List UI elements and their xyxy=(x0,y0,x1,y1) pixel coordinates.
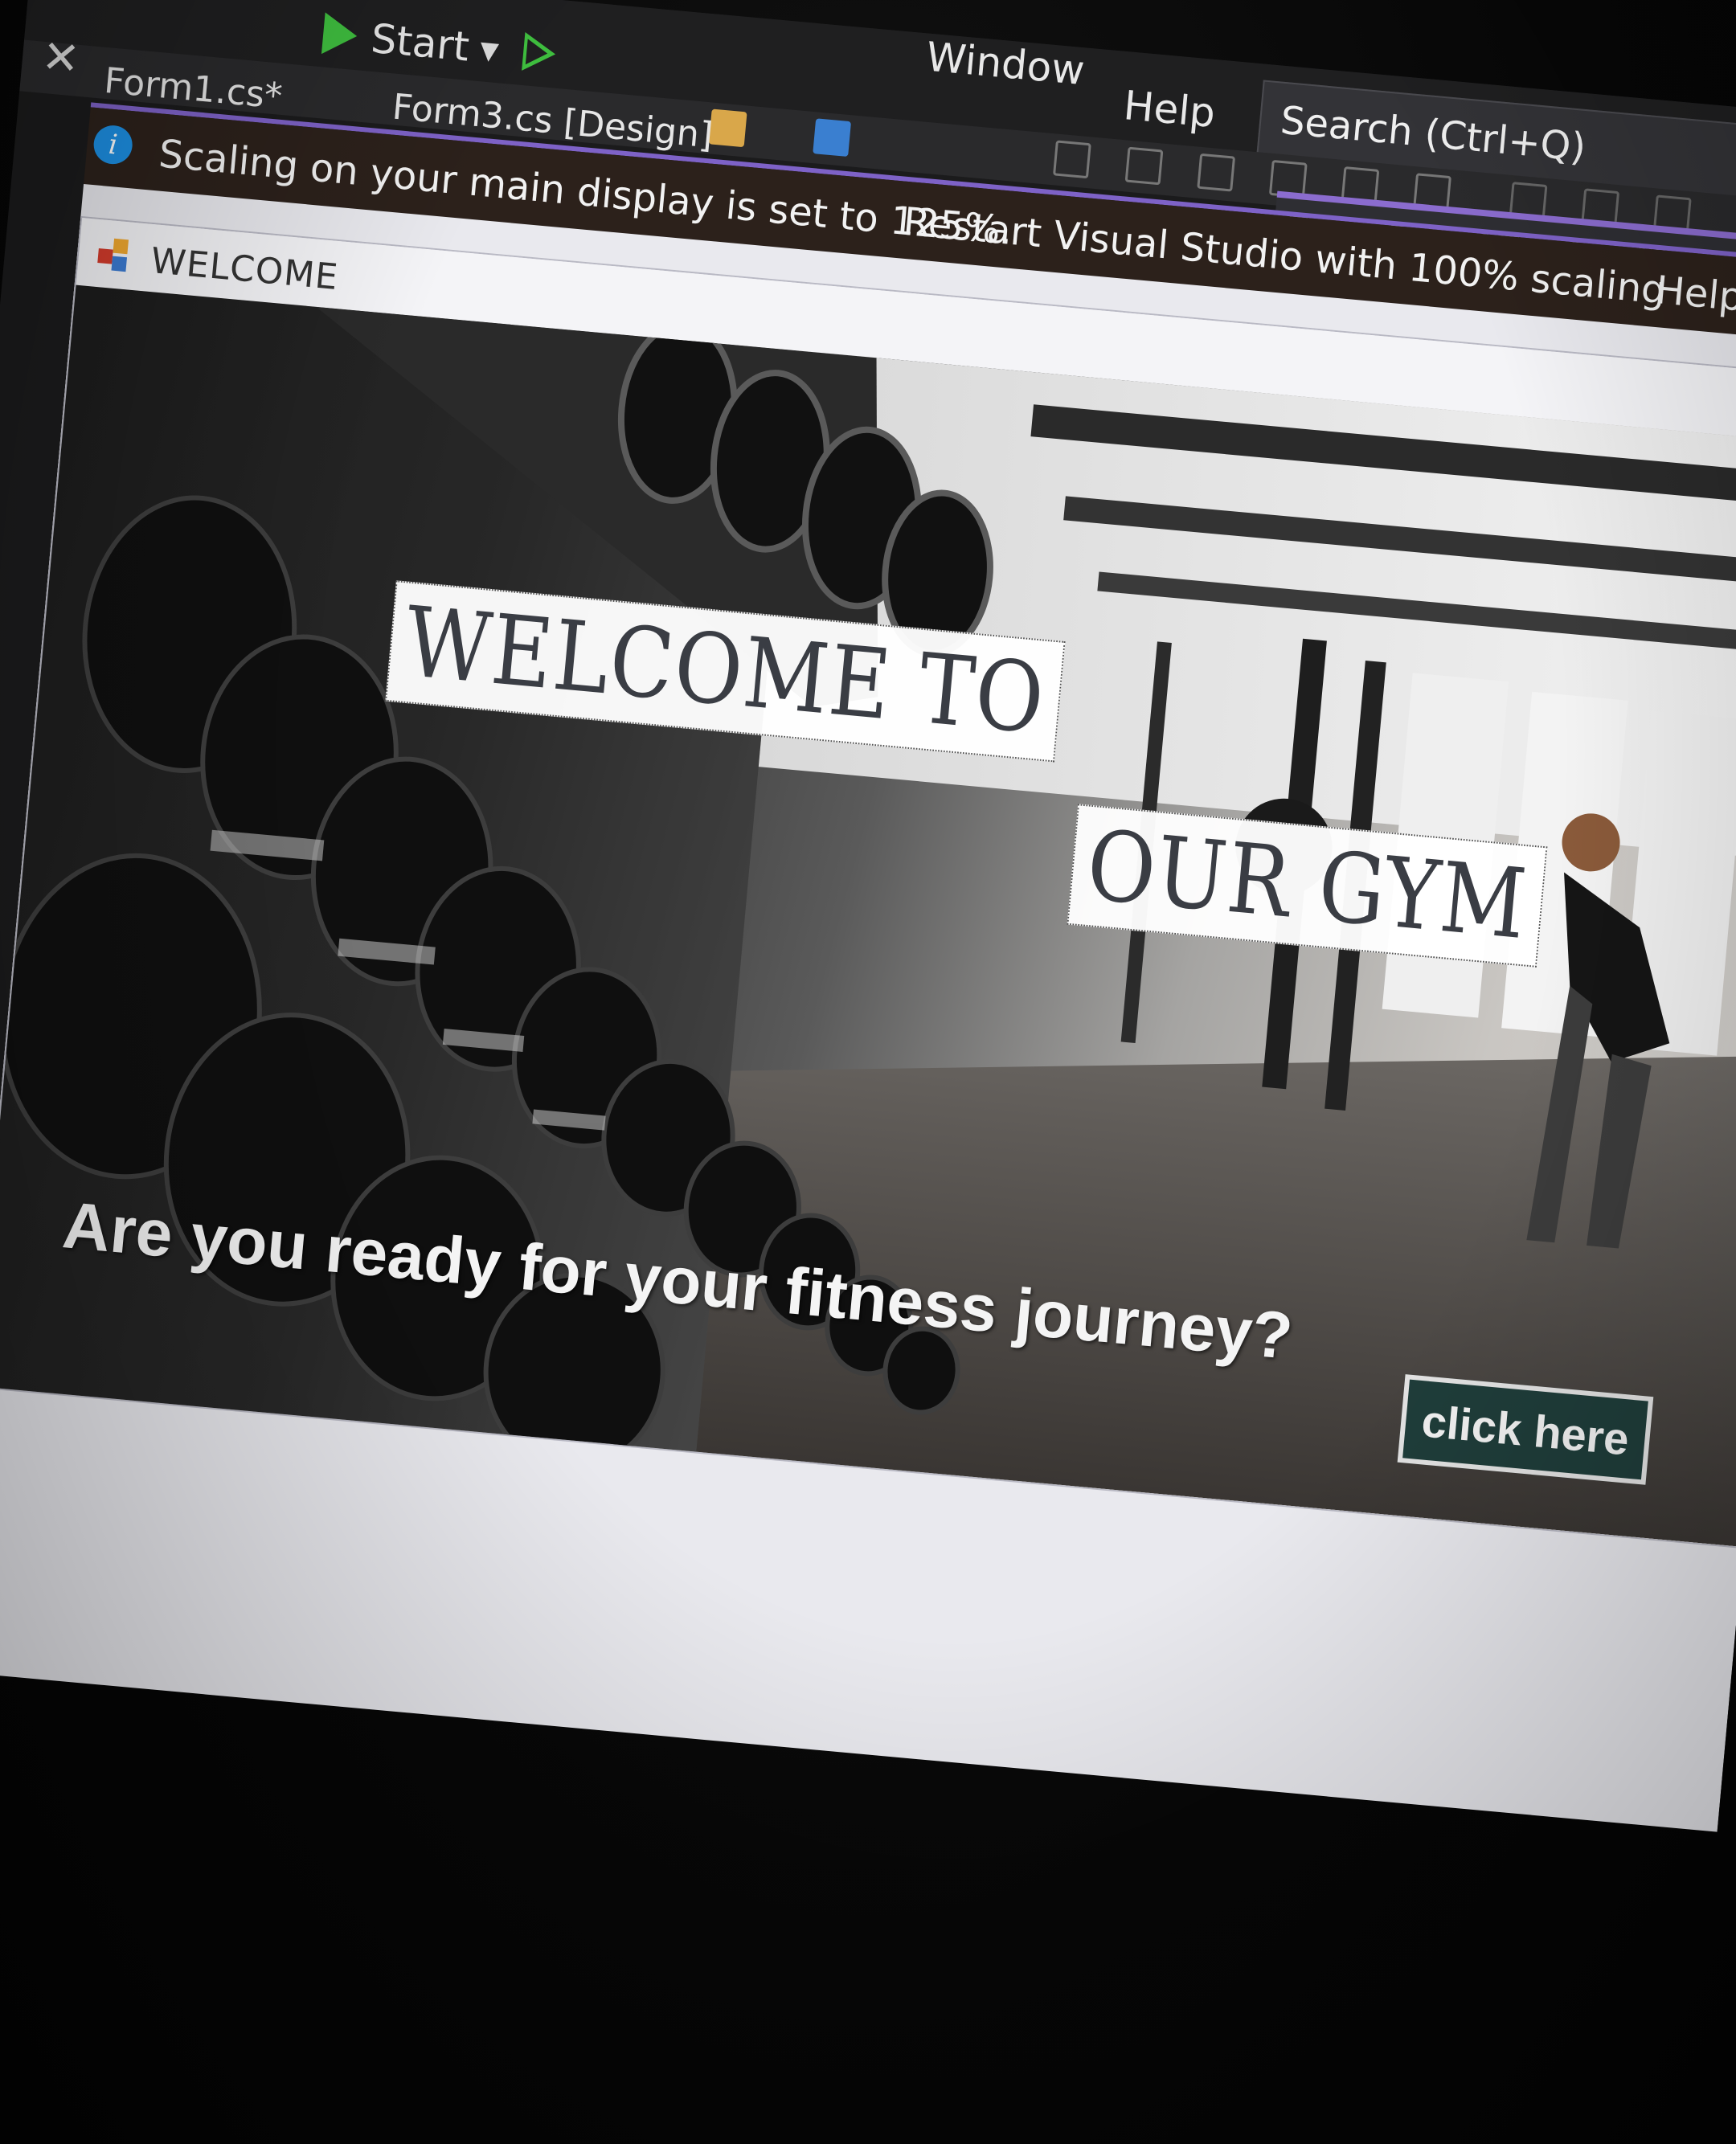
visual-studio-window: Start ▼ Window Help Search (Ctrl+Q) ✕ Fo… xyxy=(0,0,1736,1832)
help-link[interactable]: Help me xyxy=(1654,268,1736,327)
form-client-area: WELCOME TO OUR GYM Are you ready for you… xyxy=(0,284,1736,1549)
menu-help[interactable]: Help xyxy=(1122,82,1218,137)
info-icon: i xyxy=(92,124,134,166)
photo-frame: Start ▼ Window Help Search (Ctrl+Q) ✕ Fo… xyxy=(0,0,1736,2144)
start-without-debug-icon[interactable] xyxy=(522,32,558,74)
start-debug-group[interactable]: Start ▼ xyxy=(321,10,558,74)
designer-surface: WELCOME WELCOME TO OUR GYM Are you ready… xyxy=(0,183,1736,1832)
form-app-icon xyxy=(96,237,135,276)
form-window[interactable]: WELCOME WELCOME TO OUR GYM Are you ready… xyxy=(0,215,1736,1551)
close-icon[interactable]: ✕ xyxy=(39,31,82,86)
start-button-label[interactable]: Start xyxy=(369,15,471,71)
form-title: WELCOME xyxy=(149,240,341,299)
menu-window[interactable]: Window xyxy=(924,34,1087,95)
start-play-icon[interactable] xyxy=(321,12,359,57)
chevron-down-icon[interactable]: ▼ xyxy=(479,36,500,66)
